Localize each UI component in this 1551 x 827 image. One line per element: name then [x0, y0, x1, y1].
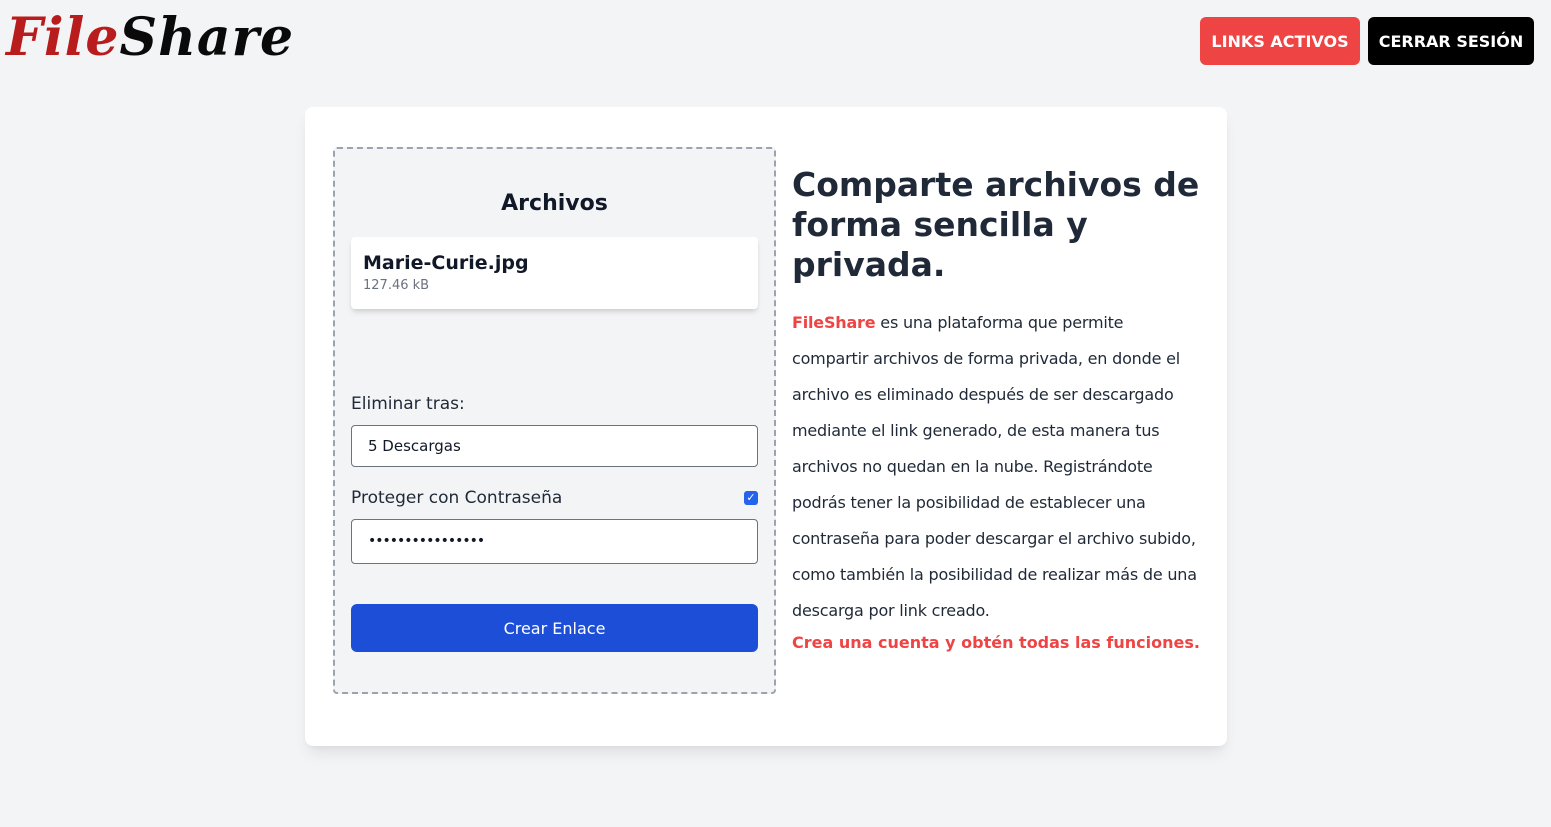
info-heading: Comparte archivos de forma sencilla y pr…	[792, 165, 1200, 284]
create-link-button[interactable]: Crear Enlace	[351, 604, 758, 652]
delete-after-select[interactable]: 5 Descargas	[351, 425, 758, 467]
file-size: 127.46 kB	[363, 278, 430, 293]
main-card: Archivos Marie-Curie.jpg 127.46 kB Elimi…	[305, 107, 1227, 746]
description-text: es una plataforma que permite compartir …	[792, 313, 1197, 620]
active-links-button[interactable]: LINKS ACTIVOS	[1200, 17, 1360, 65]
file-item: Marie-Curie.jpg 127.46 kB	[351, 237, 758, 309]
password-protect-checkbox[interactable]: ✓	[744, 491, 758, 505]
file-dropzone[interactable]: Archivos Marie-Curie.jpg 127.46 kB Elimi…	[333, 147, 776, 694]
info-panel: Comparte archivos de forma sencilla y pr…	[792, 165, 1202, 657]
password-input[interactable]: ••••••••••••••••	[351, 519, 758, 564]
fileshare-logo[interactable]: FileShare	[6, 2, 294, 74]
files-title: Archivos	[501, 191, 608, 216]
logo-share-text: Share	[119, 7, 295, 68]
signup-cta-link[interactable]: Crea una cuenta y obtén todas las funcio…	[792, 629, 1202, 657]
info-description: FileShare es una plataforma que permite …	[792, 305, 1202, 629]
brand-name: FileShare	[792, 313, 876, 332]
logo-file-text: File	[6, 7, 120, 68]
file-name: Marie-Curie.jpg	[363, 252, 529, 274]
top-bar: FileShare LINKS ACTIVOS CERRAR SESIÓN	[0, 0, 1551, 84]
delete-after-label: Eliminar tras:	[351, 394, 465, 414]
logout-button[interactable]: CERRAR SESIÓN	[1368, 17, 1534, 65]
password-protect-label: Proteger con Contraseña	[351, 488, 563, 508]
